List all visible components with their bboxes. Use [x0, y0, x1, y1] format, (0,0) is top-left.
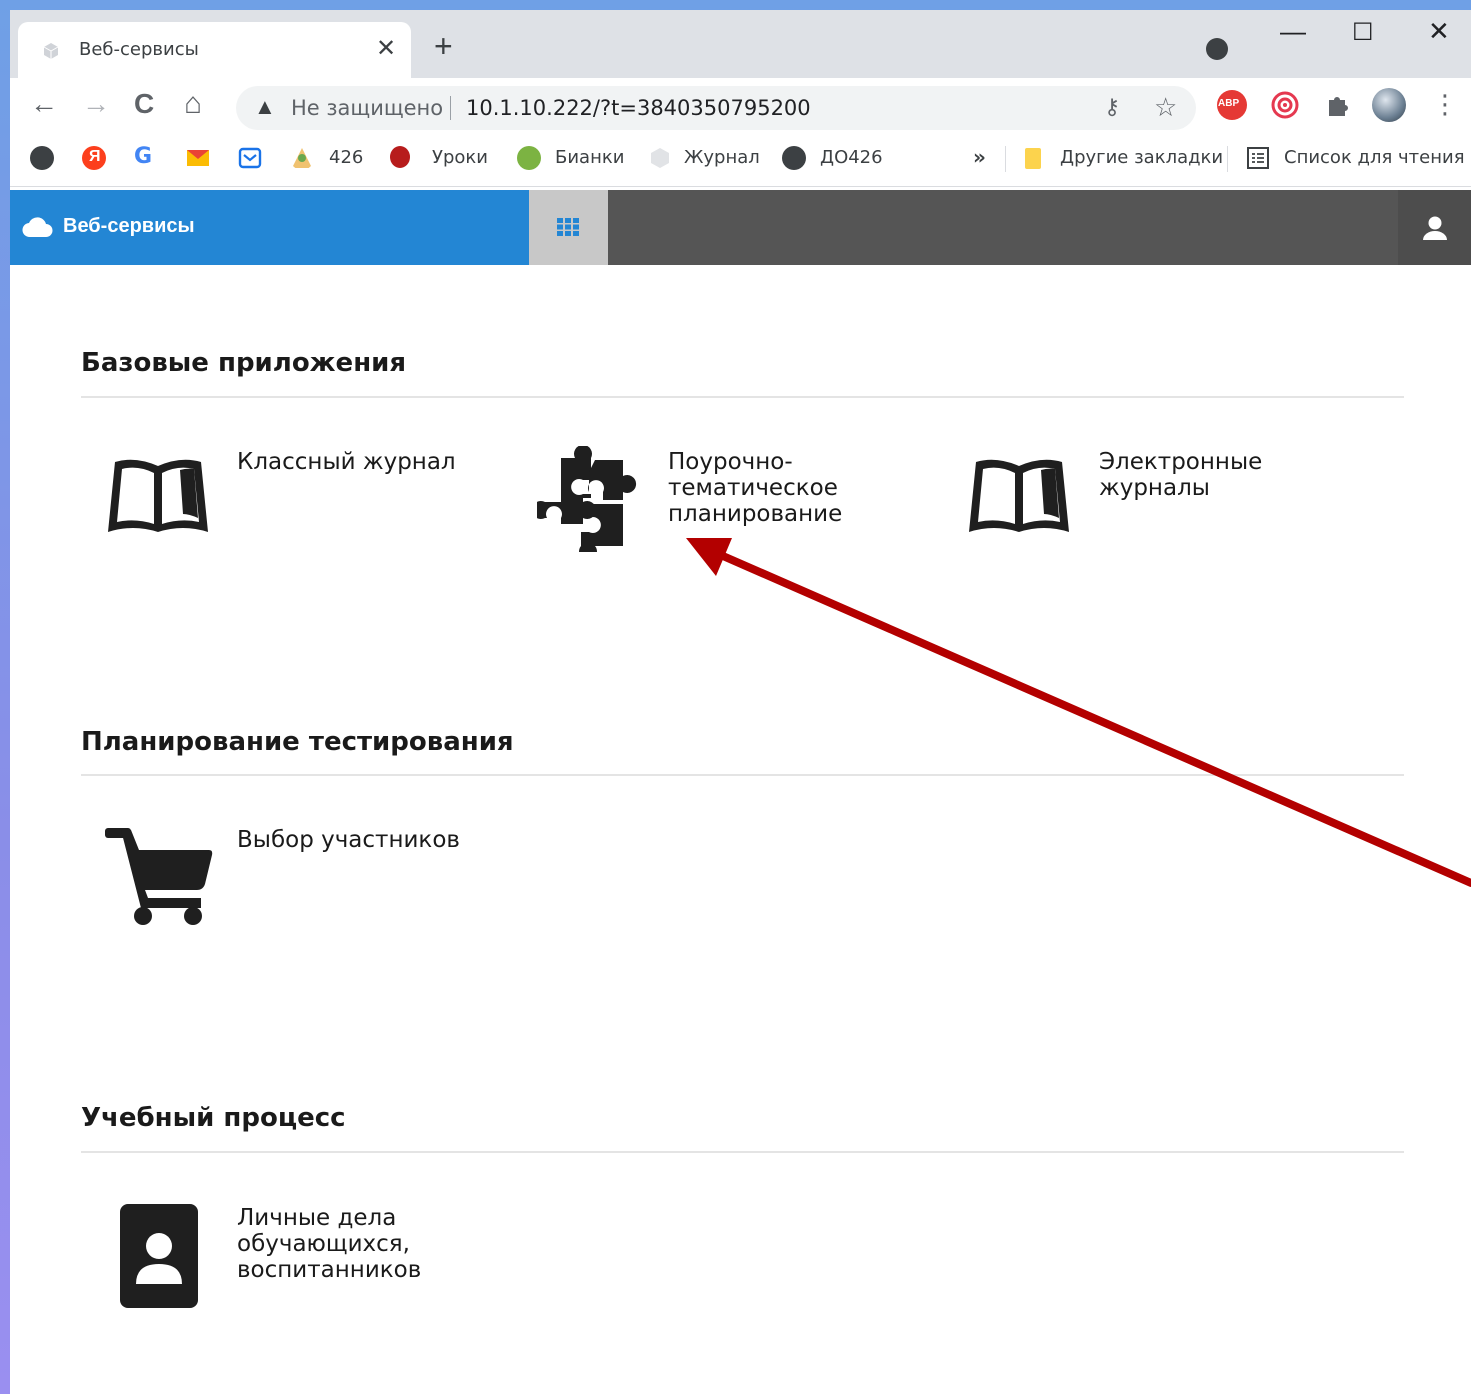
- brand-title: Веб-сервисы: [63, 215, 195, 237]
- other-bookmarks[interactable]: Другие закладки: [1060, 147, 1223, 168]
- bookmarks-divider: [1005, 146, 1006, 172]
- tile-label-line: Выбор участников: [237, 827, 460, 853]
- browser-menu-icon[interactable]: ⋮: [1432, 88, 1458, 120]
- tile-label-line: Классный журнал: [237, 449, 456, 475]
- grid-icon: [557, 218, 579, 236]
- target-extension-icon[interactable]: [1270, 90, 1300, 120]
- tab-strip: Веб-сервисы ✕ + — ☐ ✕: [10, 10, 1471, 78]
- puzzle-icon[interactable]: [537, 446, 643, 552]
- tile-label-line: Поурочно-: [668, 449, 793, 475]
- minimize-button[interactable]: —: [1280, 16, 1306, 47]
- key-icon[interactable]: ⚷: [1104, 94, 1120, 120]
- extensions-puzzle-icon[interactable]: [1323, 90, 1353, 120]
- book-icon[interactable]: [966, 456, 1072, 534]
- bookmark-zhurnal[interactable]: Журнал: [684, 147, 760, 168]
- reload-button[interactable]: C: [134, 88, 154, 120]
- tile-label-line: воспитанников: [237, 1257, 422, 1283]
- adblock-icon[interactable]: ABP: [1217, 90, 1247, 120]
- bookmark-bianki[interactable]: Бианки: [555, 147, 624, 168]
- section-title: Планирование тестирования: [81, 727, 514, 757]
- profile-card-icon[interactable]: [120, 1204, 198, 1308]
- section-divider: [81, 396, 1404, 398]
- globe-icon[interactable]: [782, 146, 806, 170]
- tile-label-line: Электронные: [1099, 449, 1263, 475]
- apps-grid-button[interactable]: [529, 190, 608, 265]
- bookmark-do426[interactable]: ДО426: [820, 147, 883, 168]
- app-header: Веб-сервисы: [10, 190, 1471, 265]
- home-button[interactable]: ⌂: [184, 88, 202, 120]
- section-title: Базовые приложения: [81, 348, 407, 378]
- bookmarks-divider: [1227, 146, 1228, 172]
- adblock-label: ABP: [1218, 98, 1240, 109]
- bookmark-star-icon[interactable]: ☆: [1154, 92, 1177, 123]
- section-divider: [81, 774, 1404, 776]
- tile-label-line: тематическое: [668, 475, 838, 501]
- cart-icon[interactable]: [105, 828, 213, 926]
- page-favicon-icon: [43, 43, 59, 59]
- tile-label-line: Личные дела: [237, 1205, 397, 1231]
- cloud-icon: [22, 217, 53, 238]
- tile-electronic-journals[interactable]: Электронные журналы: [1099, 449, 1262, 501]
- bookmark-426[interactable]: 426: [329, 147, 363, 168]
- tab-title: Веб-сервисы: [79, 39, 199, 60]
- url-text[interactable]: 10.1.10.222/?t=3840350795200: [466, 96, 811, 120]
- browser-window: Веб-сервисы ✕ + — ☐ ✕ ← → C ⌂ ▲ Не защищ…: [10, 10, 1471, 1394]
- tile-label-line: планирование: [668, 501, 843, 527]
- bookmarks-overflow-button[interactable]: »: [973, 145, 986, 169]
- browser-toolbar: ← → C ⌂ ▲ Не защищено 10.1.10.222/?t=384…: [10, 78, 1471, 134]
- tile-label-line: журналы: [1099, 475, 1210, 501]
- frog-icon[interactable]: [517, 146, 541, 170]
- reading-list-icon[interactable]: [1246, 146, 1270, 170]
- back-button[interactable]: ←: [30, 88, 58, 120]
- user-menu-button[interactable]: [1398, 190, 1471, 265]
- address-bar[interactable]: ▲ Не защищено 10.1.10.222/?t=38403507952…: [236, 86, 1196, 130]
- bookmarks-bar: Я G 426 Уроки Бианки Журнал ДО426 » Друг…: [10, 134, 1471, 187]
- book-icon[interactable]: [105, 456, 211, 534]
- yandex-icon[interactable]: Я: [82, 146, 106, 170]
- folder-icon[interactable]: [1022, 146, 1046, 170]
- user-avatar-icon[interactable]: [1372, 88, 1406, 122]
- section-divider: [81, 1151, 1404, 1153]
- brand-link[interactable]: Веб-сервисы: [10, 190, 529, 265]
- globe-icon[interactable]: [30, 146, 54, 170]
- security-status[interactable]: Не защищено: [291, 96, 443, 120]
- tab-close-icon[interactable]: ✕: [376, 34, 396, 63]
- warning-icon[interactable]: ▲: [254, 94, 276, 120]
- mail-icon[interactable]: [186, 146, 210, 170]
- tile-class-journal[interactable]: Классный журнал: [237, 449, 456, 475]
- tab-web-services[interactable]: Веб-сервисы ✕: [18, 22, 411, 78]
- google-icon[interactable]: G: [134, 144, 152, 169]
- omnibox-divider: [450, 96, 451, 120]
- reading-list[interactable]: Список для чтения: [1284, 147, 1465, 168]
- apple-icon[interactable]: [390, 146, 410, 168]
- bookmark-uroki[interactable]: Уроки: [432, 147, 488, 168]
- tile-lesson-planning[interactable]: Поурочно- тематическое планирование: [668, 449, 842, 527]
- maximize-button[interactable]: ☐: [1352, 18, 1374, 47]
- envelope-icon[interactable]: [238, 146, 262, 170]
- browser-profile-icon[interactable]: [1206, 38, 1228, 60]
- page-icon[interactable]: [648, 146, 672, 170]
- forward-button[interactable]: →: [82, 88, 110, 120]
- person-icon[interactable]: [290, 146, 314, 170]
- tile-label-line: обучающихся,: [237, 1231, 410, 1257]
- close-window-button[interactable]: ✕: [1428, 16, 1450, 47]
- section-title: Учебный процесс: [81, 1103, 346, 1133]
- tile-select-participants[interactable]: Выбор участников: [237, 827, 460, 853]
- new-tab-button[interactable]: +: [434, 30, 453, 62]
- user-icon: [1423, 216, 1447, 240]
- tile-personal-files[interactable]: Личные дела обучающихся, воспитанников: [237, 1205, 421, 1283]
